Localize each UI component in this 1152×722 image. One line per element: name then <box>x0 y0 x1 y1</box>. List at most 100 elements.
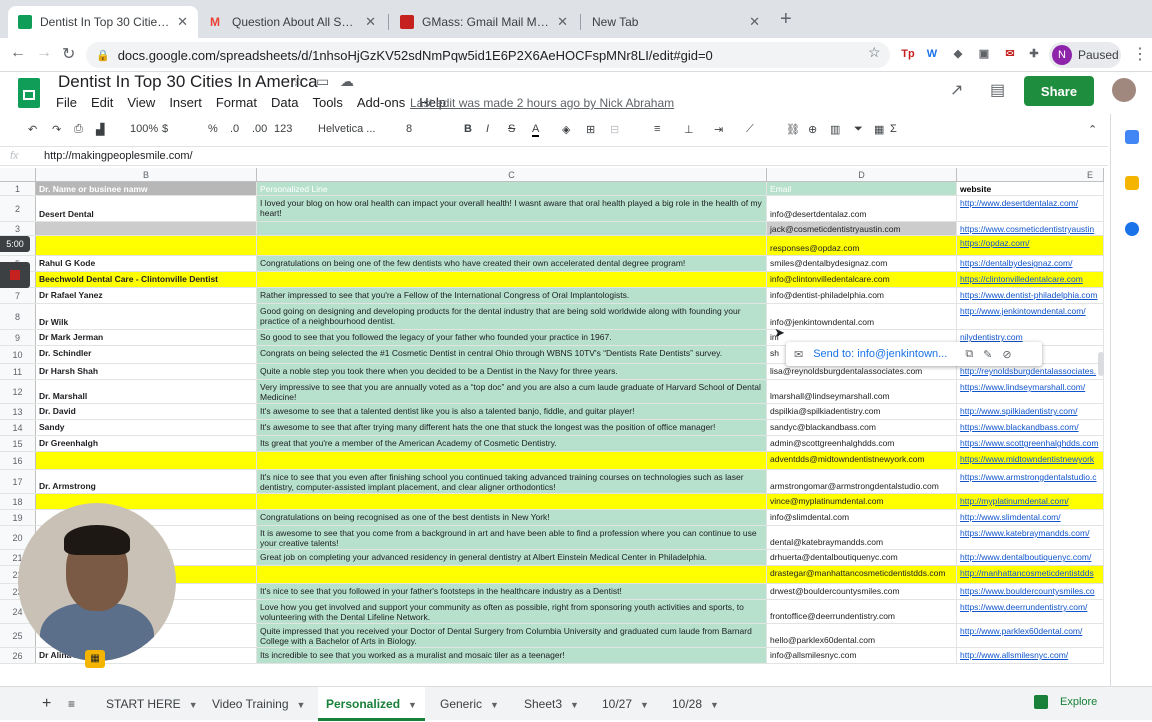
cell-email[interactable]: frontoffice@deerrundentistry.com <box>767 600 957 623</box>
cell-name[interactable]: Dr. Schindler <box>36 346 257 363</box>
cell-personalized-line[interactable] <box>257 452 767 469</box>
filter-icon[interactable]: ⏷ <box>854 123 863 136</box>
close-tab-icon[interactable]: ✕ <box>749 14 760 30</box>
cell-email[interactable]: dspilkia@spilkiadentistry.com <box>767 404 957 419</box>
cell-website[interactable]: https://opdaz.com/ <box>957 236 1104 255</box>
cell-personalized-line[interactable]: It's awesome to see that after trying ma… <box>257 420 767 435</box>
cell-personalized-line[interactable]: Congrats on being selected the #1 Cosmet… <box>257 346 767 363</box>
row-number[interactable]: 3 <box>0 222 36 235</box>
percent-format-button[interactable]: % <box>208 123 218 135</box>
browser-menu-icon[interactable]: ⋮ <box>1132 44 1148 64</box>
row-number[interactable]: 25 <box>0 624 36 647</box>
cell-email[interactable]: lmarshall@lindseymarshall.com <box>767 380 957 403</box>
all-sheets-icon[interactable]: ≡ <box>60 687 83 721</box>
cell-name[interactable] <box>36 222 257 235</box>
cell-website[interactable]: https://www.cosmeticdentistryaustin <box>957 222 1104 235</box>
sheet-tab-generic[interactable]: Generic ▼ <box>432 687 507 721</box>
row-number[interactable]: 9 <box>0 330 36 345</box>
keep-icon[interactable] <box>1125 176 1139 190</box>
record-stop-button[interactable] <box>0 262 30 288</box>
star-icon[interactable]: ☆ <box>292 73 305 90</box>
row-number[interactable]: 2 <box>0 196 36 221</box>
cell-website[interactable]: website <box>957 182 1104 195</box>
menu-addons[interactable]: Add-ons <box>357 95 405 110</box>
cell-name[interactable]: Dr Wilk <box>36 304 257 329</box>
column-header-c[interactable]: C <box>257 168 767 182</box>
text-wrap-icon[interactable]: ⇥ <box>714 123 723 136</box>
sheet-tab-personalized[interactable]: Personalized ▼ <box>318 687 425 721</box>
cell-personalized-line[interactable]: Rather impressed to see that you're a Fe… <box>257 288 767 303</box>
cell-website[interactable]: http://manhattancosmeticdentistdds <box>957 566 1104 583</box>
row-number[interactable]: 1 <box>0 182 36 195</box>
row-number[interactable]: 14 <box>0 420 36 435</box>
cell-personalized-line[interactable]: Its incredible to see that you worked as… <box>257 648 767 663</box>
sheet-tab-10-28[interactable]: 10/28 ▼ <box>664 687 727 721</box>
extensions-puzzle-icon[interactable]: ✚ <box>1026 46 1042 62</box>
cell-personalized-line[interactable]: Good going on designing and developing p… <box>257 304 767 329</box>
cell-name[interactable] <box>36 452 257 469</box>
insert-comment-icon[interactable]: ⊕ <box>808 123 817 136</box>
menu-data[interactable]: Data <box>271 95 298 110</box>
browser-tab-gmail[interactable]: M Question About All Smiles Dent ✕ <box>200 6 386 38</box>
extension-camera-icon[interactable]: ▣ <box>976 46 992 62</box>
row-number[interactable]: 18 <box>0 494 36 509</box>
cell-personalized-line[interactable] <box>257 222 767 235</box>
cell-email[interactable]: info@jenkintowndental.com <box>767 304 957 329</box>
cell-email[interactable]: hello@parklex60dental.com <box>767 624 957 647</box>
webcam-effects-icon[interactable]: ▦ <box>85 650 105 668</box>
cell-email[interactable]: info@slimdental.com <box>767 510 957 525</box>
cell-website[interactable]: https://www.deerrundentistry.com/ <box>957 600 1104 623</box>
redo-icon[interactable]: ↷ <box>52 123 61 136</box>
cell-name[interactable]: Beechwold Dental Care - Clintonville Den… <box>36 272 257 287</box>
cell-personalized-line[interactable]: It is awesome to see that you come from … <box>257 526 767 549</box>
cell-personalized-line[interactable]: Congratulations on being one of the few … <box>257 256 767 271</box>
cell-email[interactable]: info@desertdentalaz.com <box>767 196 957 221</box>
cell-personalized-line[interactable]: It's nice to see that you followed in yo… <box>257 584 767 599</box>
profile-chip[interactable]: N Paused <box>1049 42 1121 68</box>
filter-views-icon[interactable]: ▦ <box>874 123 884 136</box>
cell-personalized-line[interactable] <box>257 494 767 509</box>
cell-email[interactable]: Email <box>767 182 957 195</box>
menu-view[interactable]: View <box>127 95 155 110</box>
cell-name[interactable]: Dr. Armstrong <box>36 470 257 493</box>
print-icon[interactable]: ⎙ <box>74 123 83 136</box>
back-arrow-icon[interactable]: ← <box>10 44 26 62</box>
row-number[interactable]: 8 <box>0 304 36 329</box>
cell-email[interactable]: vince@myplatinumdental.com <box>767 494 957 509</box>
extension-mail-icon[interactable]: ✉ <box>1002 46 1018 62</box>
copy-icon[interactable]: ⧉ <box>965 348 973 361</box>
row-number[interactable]: 12 <box>0 380 36 403</box>
cell-website[interactable]: https://www.katebraymandds.com/ <box>957 526 1104 549</box>
bold-icon[interactable]: B <box>464 123 472 135</box>
cell-website[interactable]: https://www.blackandbass.com/ <box>957 420 1104 435</box>
formula-value[interactable]: http://makingpeoplesmile.com/ <box>44 150 193 162</box>
row-number[interactable]: 11 <box>0 364 36 379</box>
sheet-tab-sheet3[interactable]: Sheet3 ▼ <box>516 687 587 721</box>
cell-personalized-line[interactable]: Its great that you're a member of the Am… <box>257 436 767 451</box>
cell-website[interactable]: http://www.spilkiadentistry.com/ <box>957 404 1104 419</box>
cell-personalized-line[interactable]: So good to see that you followed the leg… <box>257 330 767 345</box>
italic-icon[interactable]: I <box>486 123 489 135</box>
cell-email[interactable]: drwest@bouldercountysmiles.com <box>767 584 957 599</box>
row-number[interactable]: 17 <box>0 470 36 493</box>
corner-cell[interactable] <box>0 168 36 182</box>
font-select[interactable]: Helvetica ... <box>318 123 375 135</box>
sheet-tab-video-training[interactable]: Video Training ▼ <box>204 687 313 721</box>
cell-personalized-line[interactable]: Congratulations on being recognised as o… <box>257 510 767 525</box>
cell-name[interactable] <box>36 236 257 255</box>
row-number[interactable]: 13 <box>0 404 36 419</box>
undo-icon[interactable]: ↶ <box>28 123 37 136</box>
extension-diamond-icon[interactable]: ◆ <box>950 46 966 62</box>
decrease-decimal-button[interactable]: .0 <box>230 123 239 135</box>
cell-name[interactable]: Dr. Name or businee namw <box>36 182 257 195</box>
functions-icon[interactable]: Σ <box>890 123 897 135</box>
column-header-b[interactable]: B <box>36 168 257 182</box>
cell-email[interactable]: smiles@dentalbydesignaz.com <box>767 256 957 271</box>
cell-email[interactable]: lisa@reynoldsburgdentalassociates.com <box>767 364 957 379</box>
align-horizontal-icon[interactable]: ≡ <box>654 123 660 135</box>
cell-name[interactable]: Dr Greenhalgh <box>36 436 257 451</box>
insert-chart-icon[interactable]: ▥ <box>830 123 840 136</box>
cell-website[interactable]: http://reynoldsburgdentalassociates. <box>957 364 1104 379</box>
unlink-icon[interactable]: ⊘ <box>1002 348 1011 361</box>
bookmark-star-icon[interactable]: ☆ <box>868 44 881 61</box>
